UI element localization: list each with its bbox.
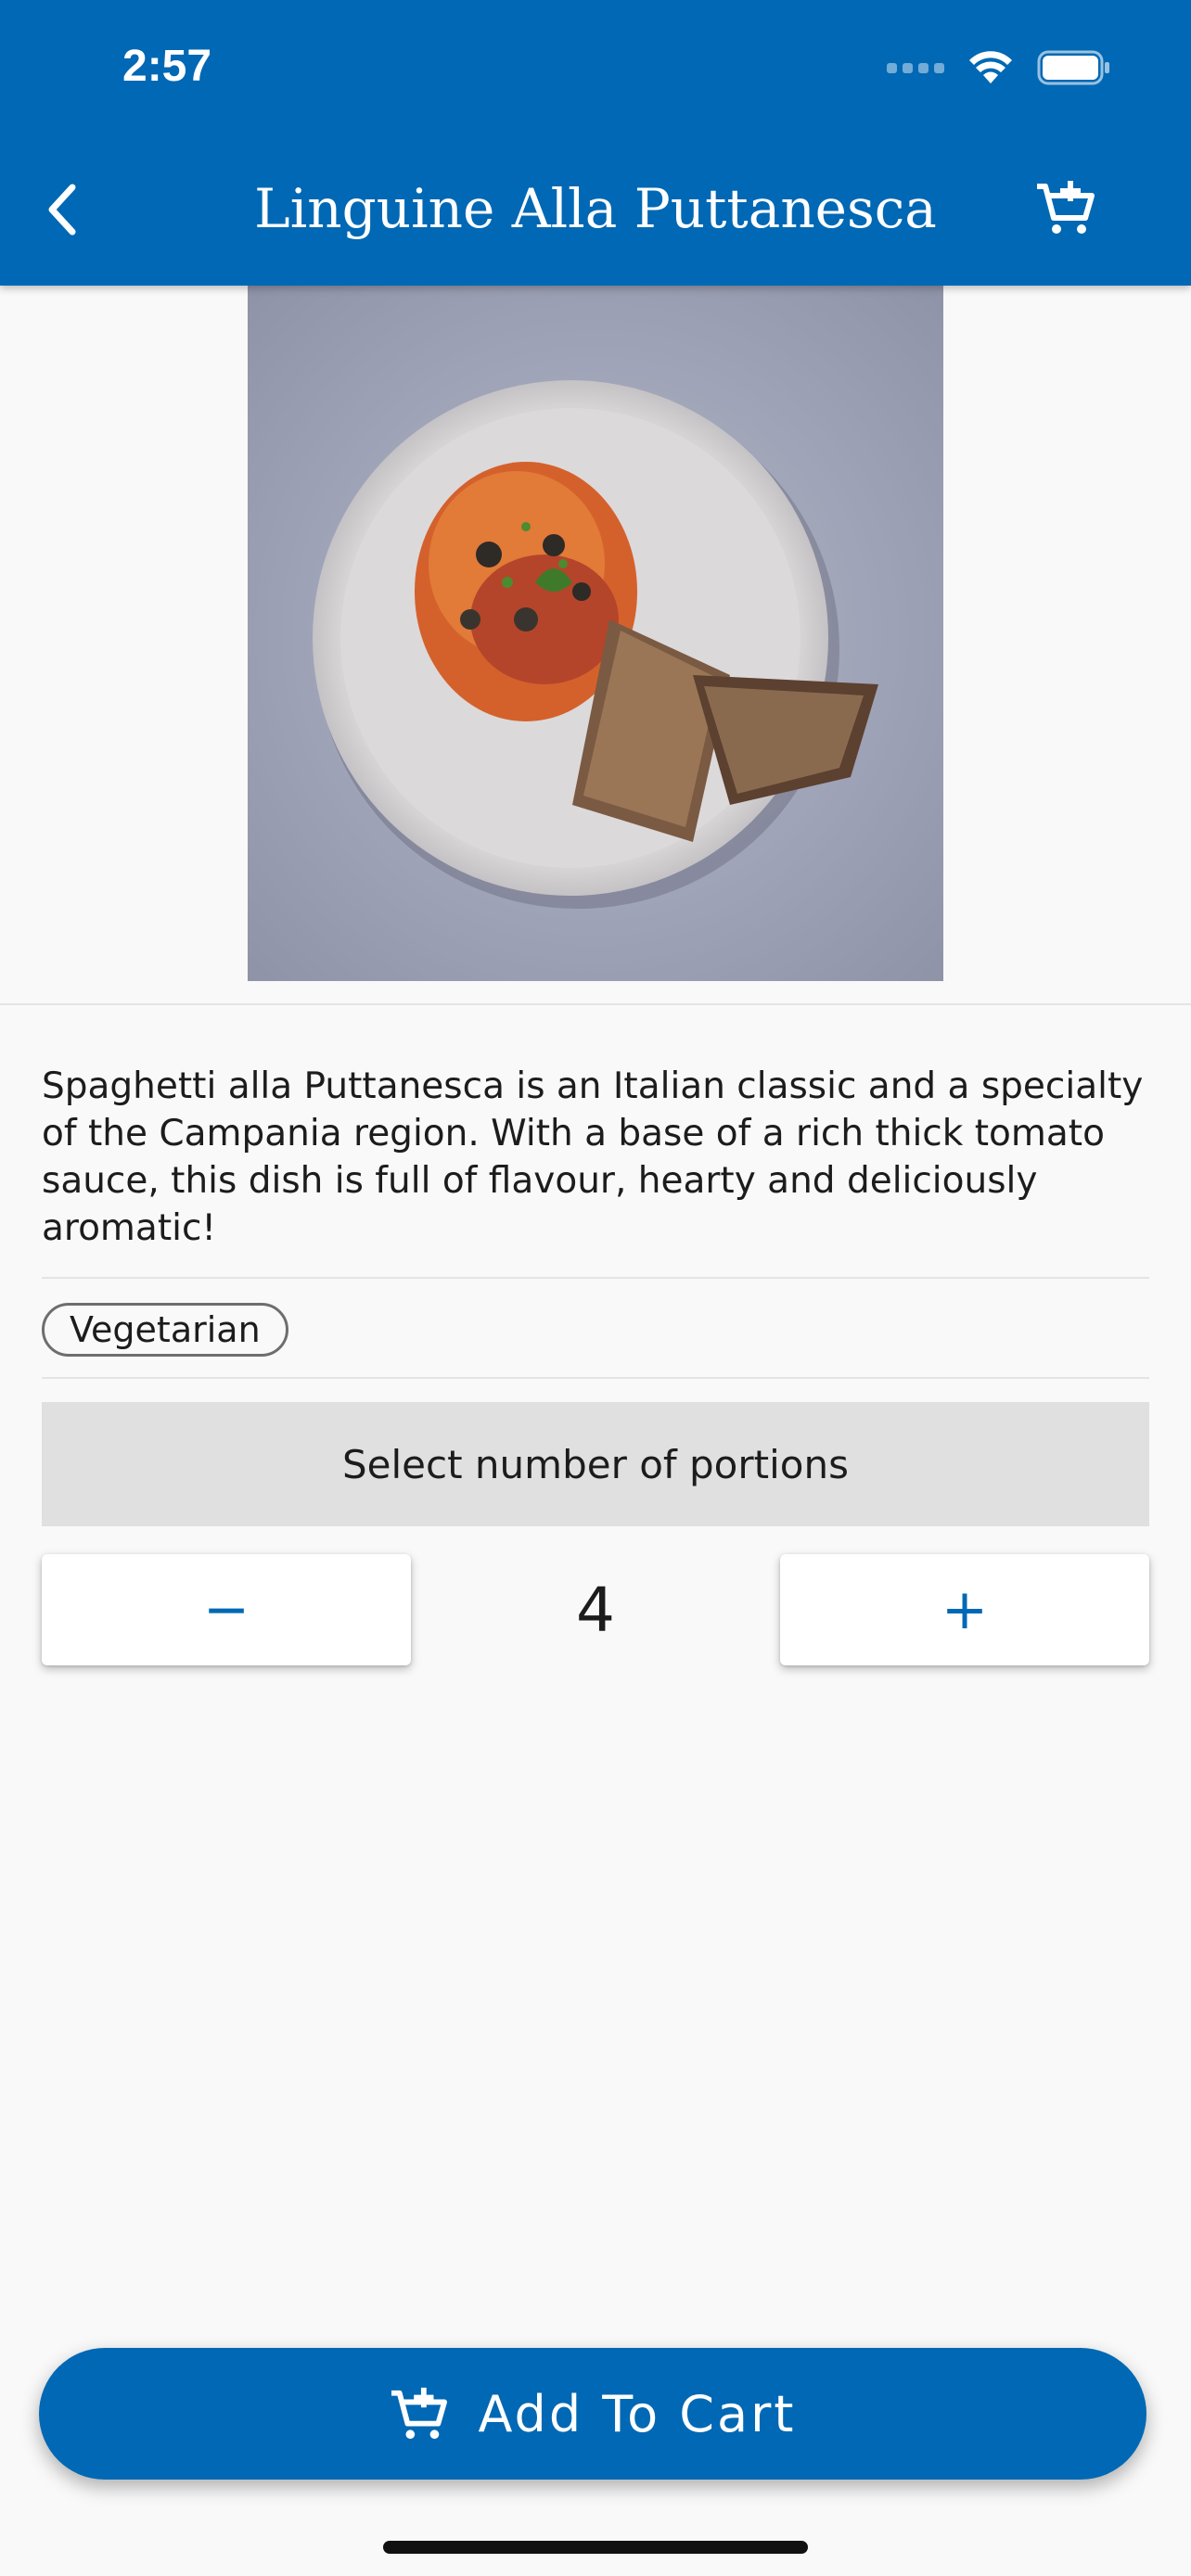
status-time: 2:57: [122, 42, 212, 91]
app-header: 2:57 Linguine Alla Puttanesca: [0, 0, 1191, 286]
section-divider: [0, 1003, 1191, 1005]
battery-icon: [1037, 50, 1109, 85]
add-to-cart-label: Add To Cart: [478, 2384, 797, 2443]
portion-count: 4: [576, 1574, 615, 1646]
back-button[interactable]: [33, 176, 89, 243]
portions-label: Select number of portions: [42, 1402, 1149, 1526]
home-indicator[interactable]: [383, 2541, 808, 2554]
chevron-left-icon: [48, 184, 76, 236]
cellular-signal-icon: [887, 62, 944, 73]
status-icons: [887, 45, 1111, 91]
cart-add-icon: [1037, 181, 1095, 234]
header-cart-button[interactable]: [1024, 171, 1108, 245]
wifi-icon: [969, 51, 1012, 83]
dish-image: [248, 286, 943, 981]
cart-add-icon: [391, 2387, 447, 2440]
tag-chip-vegetarian: Vegetarian: [42, 1303, 288, 1357]
divider: [42, 1377, 1149, 1379]
add-to-cart-button[interactable]: Add To Cart: [39, 2348, 1146, 2480]
page-title: Linguine Alla Puttanesca: [254, 177, 937, 240]
divider: [42, 1277, 1149, 1279]
decrement-portions-button[interactable]: −: [42, 1554, 411, 1665]
increment-portions-button[interactable]: +: [780, 1554, 1149, 1665]
dish-description: Spaghetti alla Puttanesca is an Italian …: [42, 1065, 1144, 1249]
